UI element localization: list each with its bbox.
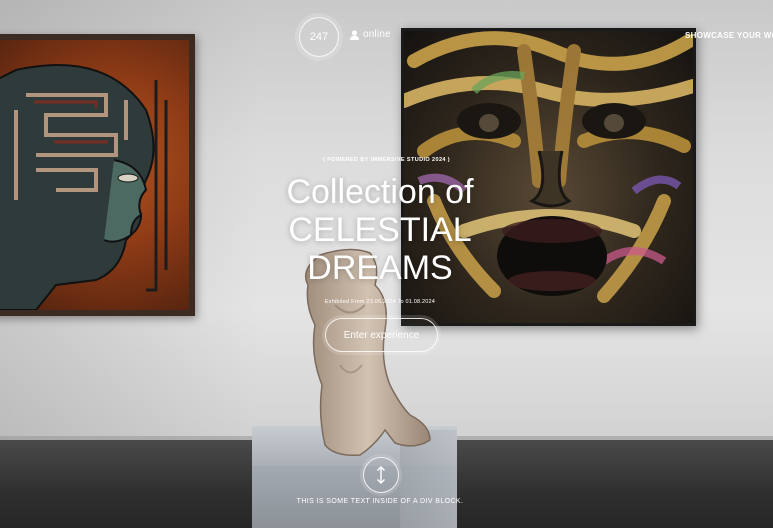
exhibition-dates: Exhibited From 23.06.2024 To 01.08.2024 [324, 299, 436, 305]
online-status: online [350, 29, 391, 40]
vertical-arrows-icon [377, 466, 385, 484]
title-line-3: DREAMS [307, 249, 453, 287]
painting-maze-head-canvas [0, 40, 189, 310]
enter-experience-label: Enter experience [343, 329, 420, 341]
page-title: Collection of CELESTIAL DREAMS [230, 173, 530, 287]
painting-maze-head [0, 34, 195, 316]
enter-experience-button[interactable]: Enter experience [325, 318, 438, 352]
online-label: online [363, 29, 391, 40]
scroll-button[interactable] [363, 457, 399, 493]
showcase-link[interactable]: SHOWCASE YOUR WORK [685, 31, 773, 40]
gallery-scene: 247 online SHOWCASE YOUR WORK ( POWERED … [0, 0, 773, 528]
visitor-counter: 247 [299, 17, 339, 57]
visitor-count: 247 [309, 31, 329, 43]
user-icon [350, 29, 359, 40]
footer-text: THIS IS SOME TEXT INSIDE OF A DIV BLOCK. [296, 498, 464, 505]
title-line-2: CELESTIAL [288, 211, 472, 249]
title-line-1: Collection of [286, 173, 474, 211]
powered-by-text: ( POWERED BY IMMERSIVE STUDIO 2024 ) [322, 157, 451, 163]
